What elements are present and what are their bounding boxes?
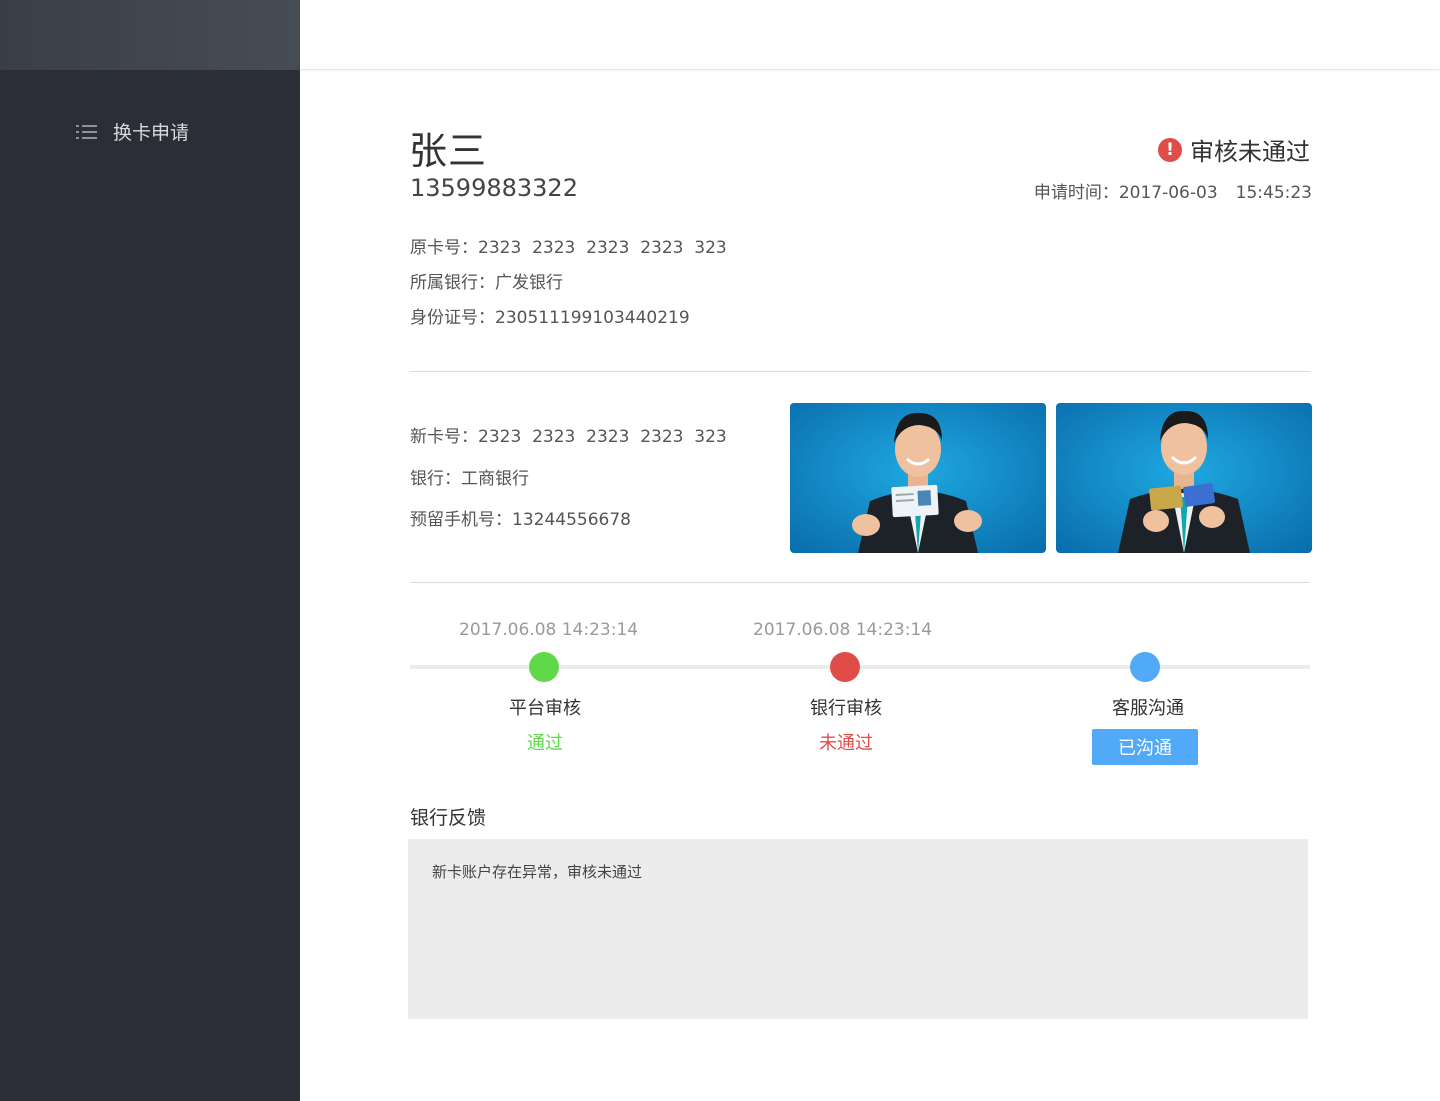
- feedback-title: 银行反馈: [410, 807, 487, 829]
- new-bank-value: 工商银行: [461, 469, 529, 489]
- old-card-number-row: 原卡号：2323 2323 2323 2323 323: [410, 233, 727, 258]
- bank-card-photo[interactable]: [1056, 403, 1312, 553]
- divider: [410, 371, 1310, 372]
- reserved-phone-value: 13244556678: [512, 510, 631, 530]
- old-card-number: 2323 2323 2323 2323 323: [478, 238, 727, 258]
- step-label-platform: 平台审核: [509, 698, 581, 719]
- feedback-box: 新卡账户存在异常，审核未通过: [408, 839, 1308, 1019]
- step-time-platform: 2017.06.08 14:23:14: [459, 620, 639, 640]
- id-number-row: 身份证号：230511199103440219: [410, 303, 690, 328]
- exclamation-circle-icon: !: [1158, 137, 1182, 162]
- top-bar: [300, 0, 1440, 70]
- apply-clock: 15:45:23: [1235, 183, 1312, 203]
- id-number-value: 230511199103440219: [495, 308, 690, 328]
- apply-time-label: 申请时间：: [1033, 183, 1119, 203]
- old-card-bank-row: 所属银行：广发银行: [410, 268, 563, 293]
- step-result-bank: 未通过: [819, 733, 873, 754]
- sidebar: 换卡申请: [0, 0, 300, 1101]
- divider: [410, 582, 1310, 583]
- new-card-number: 2323 2323 2323 2323 323: [478, 427, 727, 447]
- step-dot-platform: [529, 652, 559, 682]
- step-time-bank: 2017.06.08 14:23:14: [753, 620, 933, 640]
- communicated-button[interactable]: 已沟通: [1092, 729, 1198, 765]
- reserved-phone-label: 预留手机号：: [410, 510, 512, 530]
- feedback-text: 新卡账户存在异常，审核未通过: [432, 863, 643, 881]
- list-icon: [76, 124, 97, 140]
- new-card-label: 新卡号：: [410, 427, 478, 447]
- status-text: 审核未通过: [1190, 138, 1310, 166]
- apply-time: 申请时间：2017-06-03 15:45:23: [1034, 178, 1312, 203]
- sidebar-header: [0, 0, 300, 70]
- id-number-label: 身份证号：: [410, 308, 495, 328]
- apply-date: 2017-06-03: [1118, 183, 1218, 203]
- status-badge: ! 审核未通过: [1158, 132, 1310, 167]
- old-card-label: 原卡号：: [410, 238, 478, 258]
- step-label-bank: 银行审核: [810, 698, 882, 719]
- sidebar-item-label: 换卡申请: [113, 122, 190, 144]
- sidebar-item-card-replacement[interactable]: 换卡申请: [76, 118, 189, 145]
- step-result-platform: 通过: [527, 733, 563, 754]
- step-dot-service: [1130, 652, 1160, 682]
- new-bank-label: 银行：: [410, 469, 461, 489]
- reserved-phone-row: 预留手机号：13244556678: [410, 505, 631, 530]
- step-dot-bank: [830, 652, 860, 682]
- id-card-photo[interactable]: [790, 403, 1046, 553]
- step-label-service: 客服沟通: [1112, 698, 1184, 719]
- new-card-bank-row: 银行：工商银行: [410, 464, 529, 489]
- old-bank-label: 所属银行：: [410, 273, 495, 293]
- new-card-number-row: 新卡号：2323 2323 2323 2323 323: [410, 422, 727, 447]
- applicant-name: 张三: [409, 129, 488, 173]
- old-bank-value: 广发银行: [495, 273, 563, 293]
- applicant-phone: 13599883322: [410, 174, 578, 202]
